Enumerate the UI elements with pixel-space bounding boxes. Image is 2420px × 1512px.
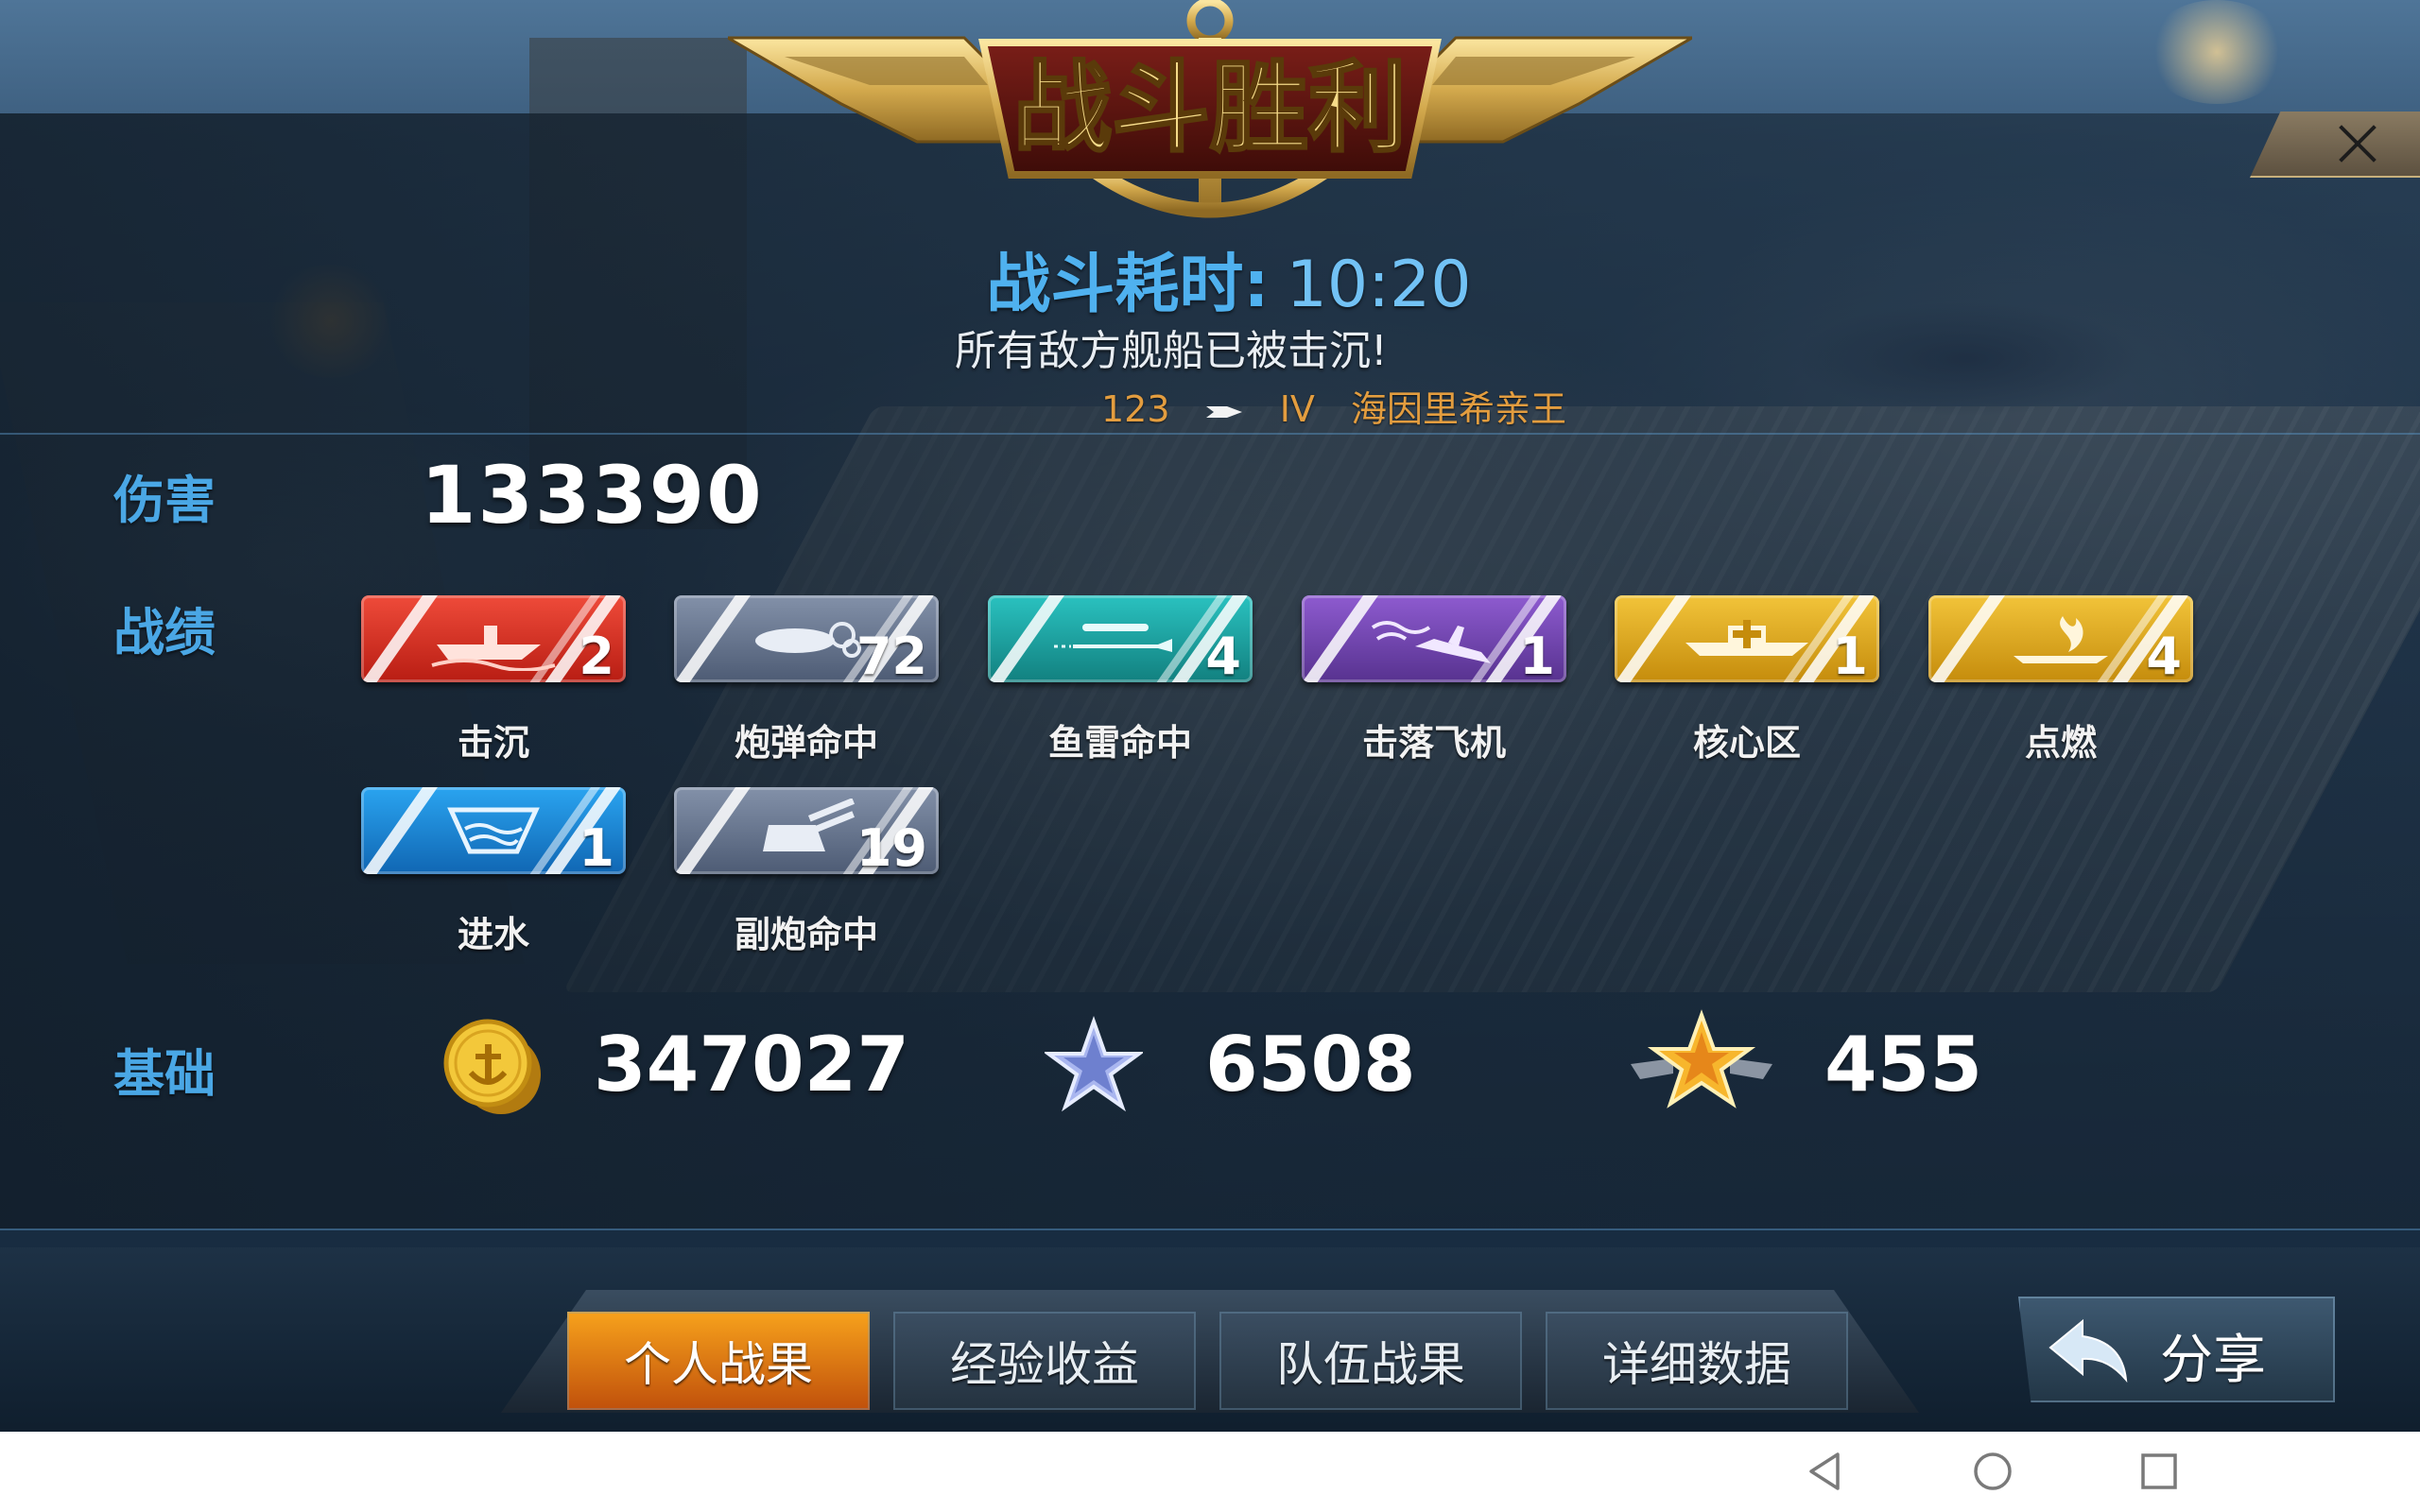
medal-count: 2 — [579, 627, 614, 682]
home-icon[interactable] — [1970, 1449, 2015, 1494]
exp-value: 455 — [1824, 1021, 1982, 1108]
silver-star-icon — [1045, 1016, 1143, 1112]
flooding-icon — [447, 807, 540, 854]
medal-label: 核心区 — [1692, 722, 1801, 764]
ship-tier: IV — [1279, 388, 1315, 430]
damage-label: 伤害 — [113, 471, 216, 530]
sunk-ship-icon — [431, 626, 556, 671]
tab-personal-results[interactable]: 个人战果 — [567, 1312, 870, 1410]
recents-icon[interactable] — [2136, 1449, 2182, 1494]
base-label: 基础 — [113, 1044, 216, 1104]
damage-value: 133390 — [421, 449, 764, 541]
battle-duration-value: 10:20 — [1286, 248, 1472, 322]
share-button[interactable]: 分享 — [2018, 1297, 2335, 1402]
downed-plane-icon — [1371, 621, 1491, 663]
medal-count: 19 — [856, 818, 927, 874]
medal-secondary-hit[interactable]: 19 — [674, 787, 939, 874]
gold-coin-icon — [443, 1019, 541, 1114]
medal-count: 1 — [1519, 627, 1555, 682]
ship-info: 123 IV 海因里希亲王 — [1101, 380, 1591, 432]
ship-number: 123 — [1101, 388, 1170, 430]
back-icon[interactable] — [1804, 1449, 1849, 1494]
medal-count: 1 — [1832, 627, 1868, 682]
medal-shell-hit[interactable]: 72 — [674, 595, 939, 682]
close-icon[interactable] — [2337, 123, 2378, 164]
tab-team-results[interactable]: 队伍战果 — [1219, 1312, 1522, 1410]
victory-title: 战斗胜利 — [1013, 50, 1407, 165]
ship-class-icon — [1205, 405, 1242, 418]
medal-flooding[interactable]: 1 — [361, 787, 626, 874]
battle-duration: 战斗耗时: 10:20 — [964, 232, 1494, 325]
medal-fire[interactable]: 4 — [1928, 595, 2193, 682]
divider-top — [0, 433, 2420, 435]
torpedo-icon — [1054, 624, 1172, 652]
medal-label: 炮弹命中 — [734, 722, 878, 764]
tab-detailed-data[interactable]: 详细数据 — [1546, 1312, 1848, 1410]
share-arrow-icon — [2048, 1318, 2128, 1383]
ship-name: 海因里希亲王 — [1351, 388, 1567, 430]
secondary-gun-icon — [763, 799, 855, 851]
medal-label: 击沉 — [457, 722, 529, 764]
citadel-icon — [1685, 620, 1808, 656]
medal-citadel[interactable]: 1 — [1615, 595, 1879, 682]
record-label: 战绩 — [113, 603, 216, 662]
medal-plane-downed[interactable]: 1 — [1302, 595, 1566, 682]
medal-count: 4 — [1205, 627, 1241, 682]
medal-sunk[interactable]: 2 — [361, 595, 626, 682]
battle-result-message: 所有敌方舰船已被击沉! — [955, 327, 1388, 375]
system-nav-bar — [0, 1432, 2420, 1512]
battle-duration-label: 战斗耗时: — [986, 248, 1270, 322]
gold-star-icon — [1631, 1009, 1772, 1108]
explosion-glow-top — [2146, 0, 2288, 104]
medal-count: 1 — [579, 818, 614, 874]
medal-count: 72 — [856, 627, 927, 682]
medal-label: 进水 — [457, 914, 529, 955]
medal-label: 副炮命中 — [734, 914, 878, 955]
divider-bottom — [0, 1228, 2420, 1230]
victory-emblem: 战斗胜利 — [728, 0, 1692, 218]
fire-icon — [2014, 616, 2108, 663]
share-label: 分享 — [2160, 1330, 2266, 1391]
silver-value: 6508 — [1205, 1021, 1416, 1108]
gold-value: 347027 — [594, 1021, 909, 1108]
medal-label: 点燃 — [2024, 722, 2097, 764]
medal-label: 鱼雷命中 — [1047, 722, 1192, 764]
medal-torpedo-hit[interactable]: 4 — [988, 595, 1253, 682]
tab-exp-income[interactable]: 经验收益 — [893, 1312, 1196, 1410]
medal-label: 击落飞机 — [1361, 722, 1506, 764]
shell-hit-icon — [755, 622, 861, 658]
medal-count: 4 — [2146, 627, 2182, 682]
